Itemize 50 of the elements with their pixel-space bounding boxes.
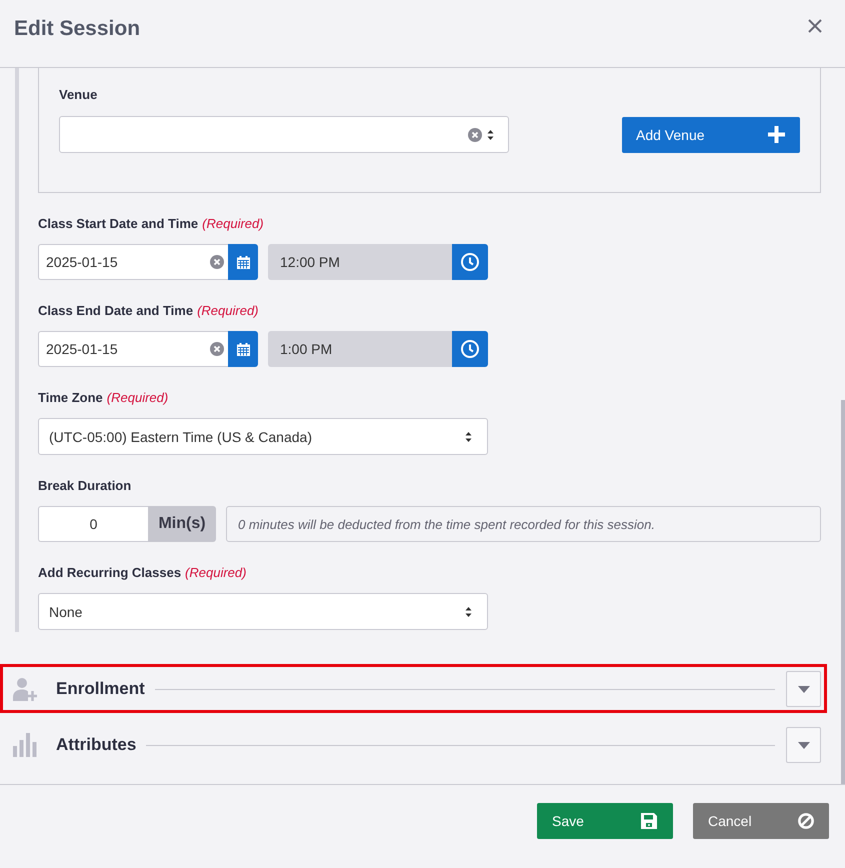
field-label: Class End Date and Time — [38, 303, 194, 319]
clear-icon[interactable] — [210, 255, 224, 269]
clock-icon — [461, 340, 479, 358]
dialog-title: Edit Session — [14, 17, 140, 41]
clear-icon[interactable] — [210, 342, 224, 356]
prohibited-icon — [798, 813, 814, 829]
calendar-button[interactable] — [228, 331, 258, 367]
select-field[interactable]: (UTC-05:00) Eastern Time (US & Canada) — [38, 418, 488, 455]
user-plus-icon — [13, 677, 37, 701]
clock-button[interactable] — [452, 331, 488, 367]
clock-button[interactable] — [452, 244, 488, 280]
caret-icon — [798, 742, 810, 748]
plus-icon — [768, 126, 785, 143]
field-label: Venue — [59, 87, 98, 103]
clear-icon[interactable] — [468, 128, 482, 142]
required-note: (Required) — [202, 216, 264, 232]
required-note: (Required) — [197, 303, 259, 319]
field-label: Time Zone — [38, 390, 103, 406]
add-venue-button[interactable]: Add Venue — [622, 116, 800, 152]
calendar-icon — [236, 256, 250, 268]
field-label: Class Start Date and Time — [38, 216, 198, 232]
updown-caret-icon — [465, 606, 472, 618]
select-field[interactable]: None — [38, 593, 488, 630]
date-field[interactable]: 2025-01-15 — [38, 331, 228, 367]
caret-icon — [798, 686, 810, 692]
unit-addon: Min(s) — [148, 506, 216, 542]
section-title: Enrollment — [56, 679, 145, 699]
required-note: (Required) — [185, 565, 246, 581]
updown-caret-icon — [465, 430, 472, 442]
expand-button[interactable] — [786, 671, 821, 707]
time-field[interactable]: 1:00 PM — [268, 331, 452, 367]
clock-icon — [461, 253, 479, 271]
number-field[interactable]: 0 — [38, 506, 148, 542]
hint-box: 0 minutes will be deducted from the time spent recorded for this session. — [226, 506, 821, 542]
expand-button[interactable] — [786, 727, 821, 763]
close-icon — [808, 19, 822, 33]
required-note: (Required) — [106, 390, 168, 406]
field-label: Add Recurring Classes — [38, 565, 182, 581]
calendar-button[interactable] — [228, 244, 258, 280]
save-button[interactable]: Save — [537, 803, 673, 839]
section-title: Attributes — [56, 735, 136, 755]
updown-caret-icon — [487, 128, 494, 140]
date-field[interactable]: 2025-01-15 — [38, 244, 228, 280]
time-field[interactable]: 12:00 PM — [268, 244, 452, 280]
close-button[interactable] — [808, 19, 822, 33]
calendar-icon — [236, 342, 250, 356]
cancel-button[interactable]: Cancel — [693, 803, 829, 839]
bar-chart-icon — [13, 733, 37, 757]
scrollbar-thumb[interactable] — [841, 400, 845, 784]
field-label: Break Duration — [38, 478, 132, 494]
